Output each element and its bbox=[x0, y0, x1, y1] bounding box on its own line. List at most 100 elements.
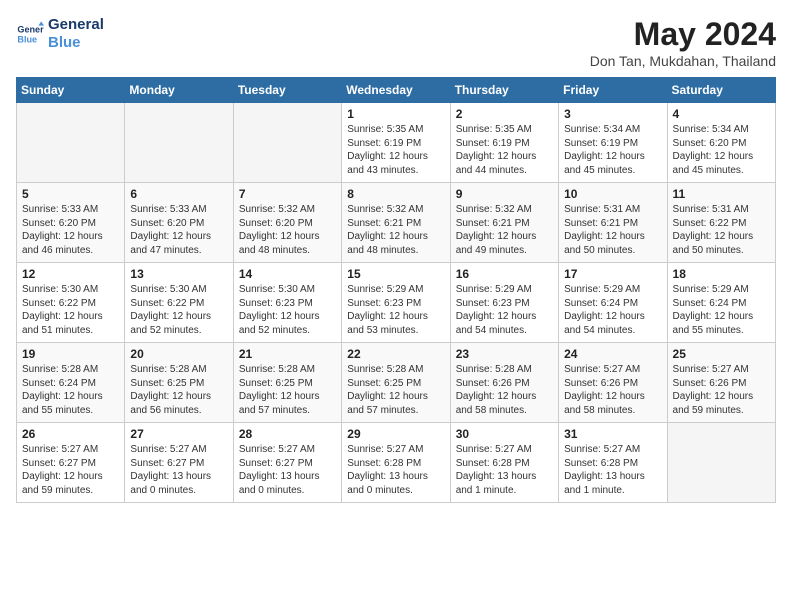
calendar-cell: 13 Sunrise: 5:30 AM Sunset: 6:22 PM Dayli… bbox=[125, 263, 233, 343]
day-number: 23 bbox=[456, 347, 553, 361]
month-title: May 2024 bbox=[590, 16, 776, 53]
weekday-header-thursday: Thursday bbox=[450, 78, 558, 103]
location: Don Tan, Mukdahan, Thailand bbox=[590, 53, 776, 69]
day-info: Sunrise: 5:34 AM Sunset: 6:19 PM Dayligh… bbox=[564, 123, 661, 177]
day-number: 19 bbox=[22, 347, 119, 361]
day-number: 22 bbox=[347, 347, 444, 361]
day-info: Sunrise: 5:32 AM Sunset: 6:21 PM Dayligh… bbox=[456, 203, 553, 257]
calendar-cell: 30 Sunrise: 5:27 AM Sunset: 6:28 PM Dayli… bbox=[450, 423, 558, 503]
day-info: Sunrise: 5:33 AM Sunset: 6:20 PM Dayligh… bbox=[22, 203, 119, 257]
day-number: 10 bbox=[564, 187, 661, 201]
day-info: Sunrise: 5:28 AM Sunset: 6:26 PM Dayligh… bbox=[456, 363, 553, 417]
day-number: 16 bbox=[456, 267, 553, 281]
day-info: Sunrise: 5:27 AM Sunset: 6:27 PM Dayligh… bbox=[22, 443, 119, 497]
day-info: Sunrise: 5:28 AM Sunset: 6:25 PM Dayligh… bbox=[347, 363, 444, 417]
calendar-cell bbox=[125, 103, 233, 183]
day-number: 17 bbox=[564, 267, 661, 281]
calendar-cell: 29 Sunrise: 5:27 AM Sunset: 6:28 PM Dayli… bbox=[342, 423, 450, 503]
day-number: 9 bbox=[456, 187, 553, 201]
calendar-cell: 10 Sunrise: 5:31 AM Sunset: 6:21 PM Dayli… bbox=[559, 183, 667, 263]
day-info: Sunrise: 5:28 AM Sunset: 6:25 PM Dayligh… bbox=[130, 363, 227, 417]
logo-icon: General Blue bbox=[16, 20, 44, 48]
day-info: Sunrise: 5:29 AM Sunset: 6:24 PM Dayligh… bbox=[564, 283, 661, 337]
calendar-cell: 4 Sunrise: 5:34 AM Sunset: 6:20 PM Daylig… bbox=[667, 103, 775, 183]
calendar-cell: 21Sunrise: 5:28 AM Sunset: 6:25 PM Dayli… bbox=[233, 343, 341, 423]
calendar-cell: 15 Sunrise: 5:29 AM Sunset: 6:23 PM Dayli… bbox=[342, 263, 450, 343]
calendar-cell: 14 Sunrise: 5:30 AM Sunset: 6:23 PM Dayli… bbox=[233, 263, 341, 343]
weekday-header-friday: Friday bbox=[559, 78, 667, 103]
day-info: Sunrise: 5:29 AM Sunset: 6:23 PM Dayligh… bbox=[347, 283, 444, 337]
day-info: Sunrise: 5:34 AM Sunset: 6:20 PM Dayligh… bbox=[673, 123, 770, 177]
calendar-body: 1 Sunrise: 5:35 AM Sunset: 6:19 PM Daylig… bbox=[17, 103, 776, 503]
day-info: Sunrise: 5:31 AM Sunset: 6:21 PM Dayligh… bbox=[564, 203, 661, 257]
calendar-cell bbox=[17, 103, 125, 183]
calendar-cell bbox=[667, 423, 775, 503]
day-number: 20 bbox=[130, 347, 227, 361]
calendar-table: SundayMondayTuesdayWednesdayThursdayFrid… bbox=[16, 77, 776, 503]
day-number: 7 bbox=[239, 187, 336, 201]
day-info: Sunrise: 5:28 AM Sunset: 6:24 PM Dayligh… bbox=[22, 363, 119, 417]
title-block: May 2024 Don Tan, Mukdahan, Thailand bbox=[590, 16, 776, 69]
day-info: Sunrise: 5:27 AM Sunset: 6:26 PM Dayligh… bbox=[673, 363, 770, 417]
weekday-header-wednesday: Wednesday bbox=[342, 78, 450, 103]
day-number: 15 bbox=[347, 267, 444, 281]
calendar-cell: 16Sunrise: 5:29 AM Sunset: 6:23 PM Dayli… bbox=[450, 263, 558, 343]
calendar-cell: 24 Sunrise: 5:27 AM Sunset: 6:26 PM Dayli… bbox=[559, 343, 667, 423]
logo: General Blue GeneralBlue bbox=[16, 16, 104, 52]
calendar-cell: 22 Sunrise: 5:28 AM Sunset: 6:25 PM Dayli… bbox=[342, 343, 450, 423]
day-info: Sunrise: 5:27 AM Sunset: 6:28 PM Dayligh… bbox=[347, 443, 444, 497]
calendar-cell: 28Sunrise: 5:27 AM Sunset: 6:27 PM Dayli… bbox=[233, 423, 341, 503]
calendar-cell: 20 Sunrise: 5:28 AM Sunset: 6:25 PM Dayli… bbox=[125, 343, 233, 423]
calendar-cell: 5 Sunrise: 5:33 AM Sunset: 6:20 PM Daylig… bbox=[17, 183, 125, 263]
day-number: 4 bbox=[673, 107, 770, 121]
weekday-header-sunday: Sunday bbox=[17, 78, 125, 103]
day-info: Sunrise: 5:30 AM Sunset: 6:22 PM Dayligh… bbox=[22, 283, 119, 337]
day-number: 29 bbox=[347, 427, 444, 441]
day-number: 11 bbox=[673, 187, 770, 201]
calendar-cell: 26Sunrise: 5:27 AM Sunset: 6:27 PM Dayli… bbox=[17, 423, 125, 503]
day-number: 12 bbox=[22, 267, 119, 281]
calendar-week-2: 5 Sunrise: 5:33 AM Sunset: 6:20 PM Daylig… bbox=[17, 183, 776, 263]
day-number: 1 bbox=[347, 107, 444, 121]
calendar-cell: 17 Sunrise: 5:29 AM Sunset: 6:24 PM Dayli… bbox=[559, 263, 667, 343]
calendar-week-5: 26Sunrise: 5:27 AM Sunset: 6:27 PM Dayli… bbox=[17, 423, 776, 503]
day-number: 21 bbox=[239, 347, 336, 361]
day-number: 6 bbox=[130, 187, 227, 201]
calendar-week-4: 19 Sunrise: 5:28 AM Sunset: 6:24 PM Dayli… bbox=[17, 343, 776, 423]
calendar-cell: 2Sunrise: 5:35 AM Sunset: 6:19 PM Daylig… bbox=[450, 103, 558, 183]
calendar-cell: 3Sunrise: 5:34 AM Sunset: 6:19 PM Daylig… bbox=[559, 103, 667, 183]
svg-text:General: General bbox=[17, 25, 44, 35]
day-info: Sunrise: 5:32 AM Sunset: 6:21 PM Dayligh… bbox=[347, 203, 444, 257]
day-info: Sunrise: 5:30 AM Sunset: 6:22 PM Dayligh… bbox=[130, 283, 227, 337]
day-info: Sunrise: 5:30 AM Sunset: 6:23 PM Dayligh… bbox=[239, 283, 336, 337]
calendar-cell bbox=[233, 103, 341, 183]
calendar-cell: 7 Sunrise: 5:32 AM Sunset: 6:20 PM Daylig… bbox=[233, 183, 341, 263]
calendar-cell: 12 Sunrise: 5:30 AM Sunset: 6:22 PM Dayli… bbox=[17, 263, 125, 343]
calendar-cell: 8Sunrise: 5:32 AM Sunset: 6:21 PM Daylig… bbox=[342, 183, 450, 263]
weekday-header-tuesday: Tuesday bbox=[233, 78, 341, 103]
day-number: 27 bbox=[130, 427, 227, 441]
svg-text:Blue: Blue bbox=[17, 34, 37, 44]
day-number: 13 bbox=[130, 267, 227, 281]
weekday-header-saturday: Saturday bbox=[667, 78, 775, 103]
day-number: 2 bbox=[456, 107, 553, 121]
day-number: 5 bbox=[22, 187, 119, 201]
day-number: 24 bbox=[564, 347, 661, 361]
day-number: 31 bbox=[564, 427, 661, 441]
calendar-cell: 27 Sunrise: 5:27 AM Sunset: 6:27 PM Dayli… bbox=[125, 423, 233, 503]
weekday-header-monday: Monday bbox=[125, 78, 233, 103]
day-info: Sunrise: 5:32 AM Sunset: 6:20 PM Dayligh… bbox=[239, 203, 336, 257]
calendar-week-3: 12 Sunrise: 5:30 AM Sunset: 6:22 PM Dayli… bbox=[17, 263, 776, 343]
day-info: Sunrise: 5:35 AM Sunset: 6:19 PM Dayligh… bbox=[347, 123, 444, 177]
day-number: 14 bbox=[239, 267, 336, 281]
calendar-cell: 25Sunrise: 5:27 AM Sunset: 6:26 PM Dayli… bbox=[667, 343, 775, 423]
day-info: Sunrise: 5:27 AM Sunset: 6:26 PM Dayligh… bbox=[564, 363, 661, 417]
day-number: 18 bbox=[673, 267, 770, 281]
day-info: Sunrise: 5:27 AM Sunset: 6:28 PM Dayligh… bbox=[456, 443, 553, 497]
day-info: Sunrise: 5:27 AM Sunset: 6:27 PM Dayligh… bbox=[130, 443, 227, 497]
calendar-cell: 9 Sunrise: 5:32 AM Sunset: 6:21 PM Daylig… bbox=[450, 183, 558, 263]
day-number: 30 bbox=[456, 427, 553, 441]
day-info: Sunrise: 5:27 AM Sunset: 6:28 PM Dayligh… bbox=[564, 443, 661, 497]
calendar-cell: 18 Sunrise: 5:29 AM Sunset: 6:24 PM Dayli… bbox=[667, 263, 775, 343]
day-info: Sunrise: 5:29 AM Sunset: 6:24 PM Dayligh… bbox=[673, 283, 770, 337]
